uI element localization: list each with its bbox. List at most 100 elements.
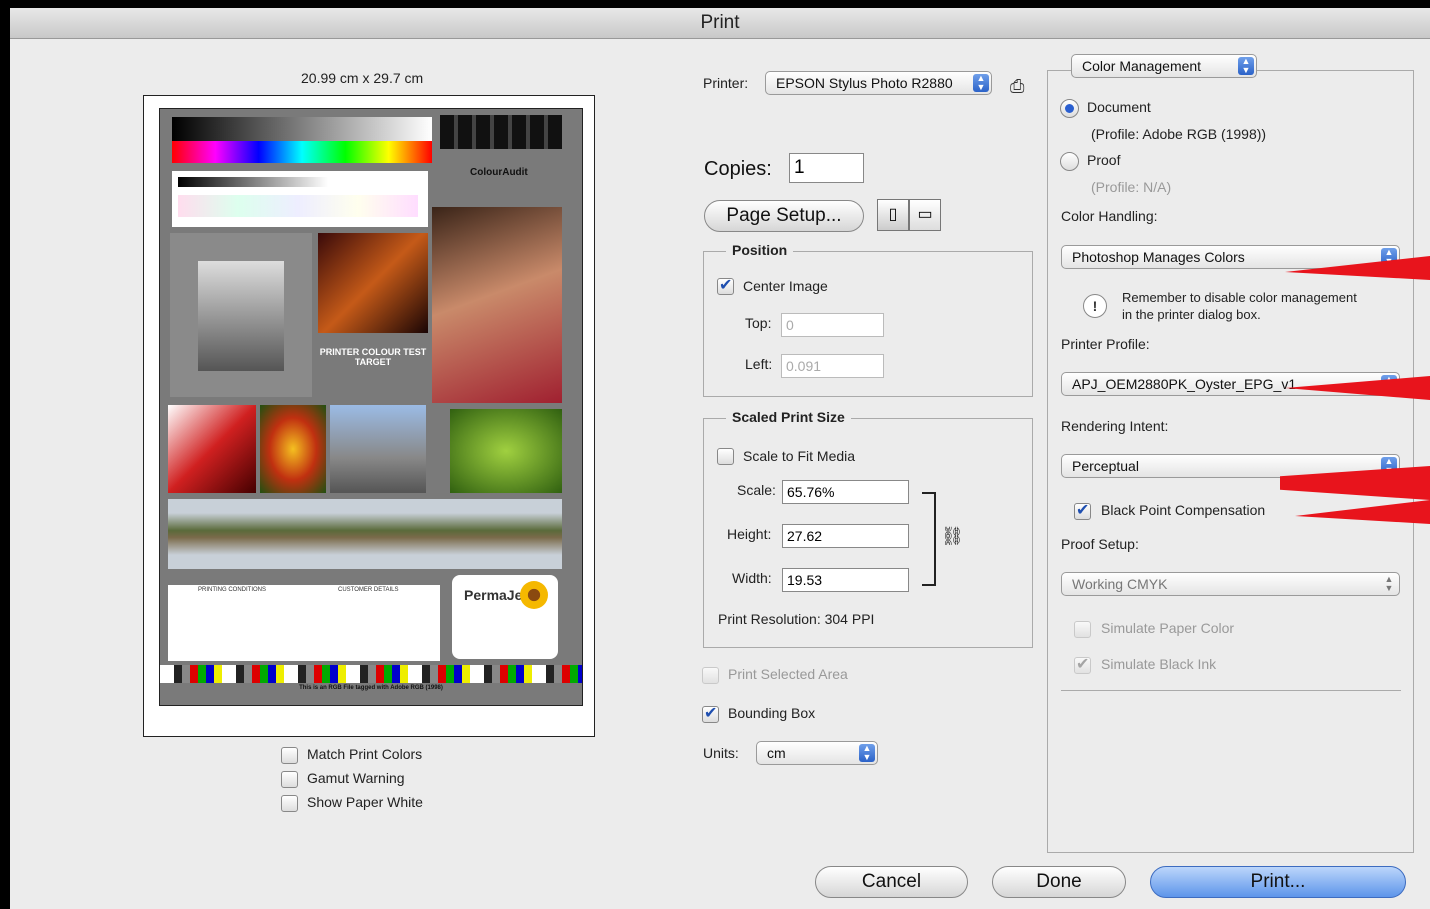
violin-photo [318, 233, 428, 333]
autumn-leaves-photo [260, 405, 326, 493]
landscape-orientation-icon[interactable]: ▭ [909, 199, 941, 231]
grayscale-bar [172, 117, 432, 141]
black-point-compensation-checkbox[interactable] [1074, 500, 1091, 520]
woman-portrait [432, 207, 562, 403]
height-label: Height: [727, 526, 772, 542]
print-preview: ColourAudit PRINTER COLOUR TEST TARGET P… [143, 95, 595, 737]
bounding-box-label: Bounding Box [728, 705, 816, 721]
height-input[interactable]: 27.62 [782, 524, 909, 548]
top-label: Top: [745, 315, 772, 331]
print-button[interactable]: Print... [1150, 866, 1406, 898]
position-title: Position [726, 242, 794, 258]
document-label: Document [1087, 99, 1151, 115]
match-print-colors-checkbox[interactable] [281, 747, 298, 764]
title-bar: Print [10, 8, 1430, 39]
rendering-intent-value: Perceptual [1072, 458, 1139, 474]
test-target-label: PRINTER COLOUR TEST TARGET [319, 347, 427, 367]
copies-label: Copies: [704, 158, 772, 180]
proof-label: Proof [1087, 152, 1121, 168]
scaled-print-size-title: Scaled Print Size [726, 409, 851, 425]
info-exclamation-icon: ! [1083, 294, 1107, 318]
portrait-orientation-icon[interactable]: ▯ [877, 199, 909, 231]
document-radio[interactable] [1060, 99, 1079, 118]
printing-conditions-box: PRINTING CONDITIONS CUSTOMER DETAILS [168, 585, 440, 661]
show-paper-white-label: Show Paper White [307, 794, 423, 810]
rendering-intent-label: Rendering Intent: [1061, 418, 1169, 434]
bounding-box-checkbox[interactable] [702, 703, 719, 723]
width-label: Width: [732, 570, 772, 586]
customer-header: CUSTOMER DETAILS [338, 587, 399, 593]
proof-radio[interactable] [1060, 152, 1079, 171]
simulate-black-ink-checkbox[interactable] [1074, 654, 1091, 674]
panel-divider [1061, 690, 1401, 691]
proof-setup-value: Working CMYK [1072, 576, 1168, 592]
page-setup-button[interactable]: Page Setup... [704, 200, 864, 232]
bw-portrait-target [170, 233, 312, 397]
printer-profile-label: Printer Profile: [1061, 336, 1150, 352]
dark-patches [440, 115, 562, 149]
arrow-printer-profile [1285, 376, 1430, 400]
print-selected-area-checkbox[interactable] [702, 667, 719, 684]
match-print-colors-label: Match Print Colors [307, 746, 423, 762]
color-handling-value: Photoshop Manages Colors [1072, 249, 1245, 265]
simulate-paper-color-checkbox[interactable] [1074, 621, 1091, 638]
preview-image: ColourAudit PRINTER COLOUR TEST TARGET P… [159, 108, 583, 706]
updown-arrow-icon: ▲▼ [1384, 574, 1394, 593]
color-patch-strip [160, 665, 582, 683]
simulate-black-ink-label: Simulate Black Ink [1101, 656, 1217, 672]
proof-setup-label: Proof Setup: [1061, 536, 1139, 552]
red-car-photo [168, 405, 256, 493]
updown-arrow-icon: ▲▼ [1238, 57, 1254, 75]
scale-input[interactable]: 65.76% [782, 480, 909, 504]
simulate-paper-color-label: Simulate Paper Color [1101, 620, 1235, 636]
print-resolution-text: Print Resolution: 304 PPI [718, 611, 875, 627]
constrain-bracket [922, 492, 936, 586]
color-handling-label: Color Handling: [1061, 208, 1158, 224]
printer-select[interactable]: EPSON Stylus Photo R2880 ▲ ▼ [765, 71, 992, 95]
permajet-text: PermaJet [464, 587, 528, 603]
link-chain-icon[interactable]: ⛓ [941, 526, 964, 547]
preview-footer-text: This is an RGB File tagged with Adobe RG… [299, 685, 443, 691]
left-label: Left: [745, 356, 773, 372]
colouraudit-logo: ColourAudit [470, 167, 528, 178]
red-annotation-arrows [1280, 256, 1430, 524]
show-paper-white-checkbox[interactable] [281, 795, 298, 812]
spectrum-bar [172, 141, 432, 163]
cancel-button[interactable]: Cancel [815, 866, 968, 898]
sunflower-icon [520, 581, 548, 609]
dragonfly-photo [450, 409, 562, 493]
copies-input[interactable]: 1 [789, 153, 864, 183]
document-profile-text: (Profile: Adobe RGB (1998)) [1091, 126, 1267, 142]
scale-to-fit-label: Scale to Fit Media [743, 448, 856, 464]
updown-arrow-icon: ▲▼ [973, 74, 989, 92]
preview-size-label: 20.99 cm x 29.7 cm [301, 70, 424, 86]
highlight-detector [172, 171, 428, 227]
units-select[interactable]: cm ▲ ▼ [756, 741, 878, 765]
gamut-warning-label: Gamut Warning [307, 770, 405, 786]
arrow-color-handling [1285, 256, 1430, 280]
color-management-menu-value: Color Management [1082, 58, 1202, 74]
proof-setup-select[interactable]: Working CMYK ▲ ▼ [1061, 572, 1400, 596]
printer-select-value: EPSON Stylus Photo R2880 [776, 75, 953, 91]
arrow-rendering-intent [1280, 466, 1430, 500]
width-input[interactable]: 19.53 [782, 568, 909, 592]
center-image-checkbox[interactable] [717, 275, 734, 295]
color-management-menu[interactable]: Color Management ▲ ▼ [1071, 54, 1257, 78]
conditions-header: PRINTING CONDITIONS [198, 587, 267, 593]
printer-profile-value: APJ_OEM2880PK_Oyster_EPG_v1 [1072, 376, 1297, 392]
print-dialog: Print 20.99 cm x 29.7 cm ColourAudit PRI… [10, 8, 1430, 909]
archway-photo [330, 405, 426, 493]
top-input[interactable]: 0 [781, 313, 884, 337]
print-selected-area-label: Print Selected Area [728, 666, 848, 682]
arrow-black-point [1295, 500, 1430, 524]
printer-label: Printer: [703, 75, 749, 91]
scale-to-fit-checkbox[interactable] [717, 448, 734, 465]
window-title: Print [700, 12, 740, 33]
printer-settings-icon[interactable]: ⎙ [1010, 76, 1030, 98]
proof-profile-text: (Profile: N/A) [1091, 179, 1172, 195]
left-input[interactable]: 0.091 [781, 354, 884, 378]
gamut-warning-checkbox[interactable] [281, 771, 298, 788]
done-button[interactable]: Done [992, 866, 1126, 898]
center-image-label: Center Image [743, 278, 828, 294]
black-point-compensation-label: Black Point Compensation [1101, 502, 1266, 518]
